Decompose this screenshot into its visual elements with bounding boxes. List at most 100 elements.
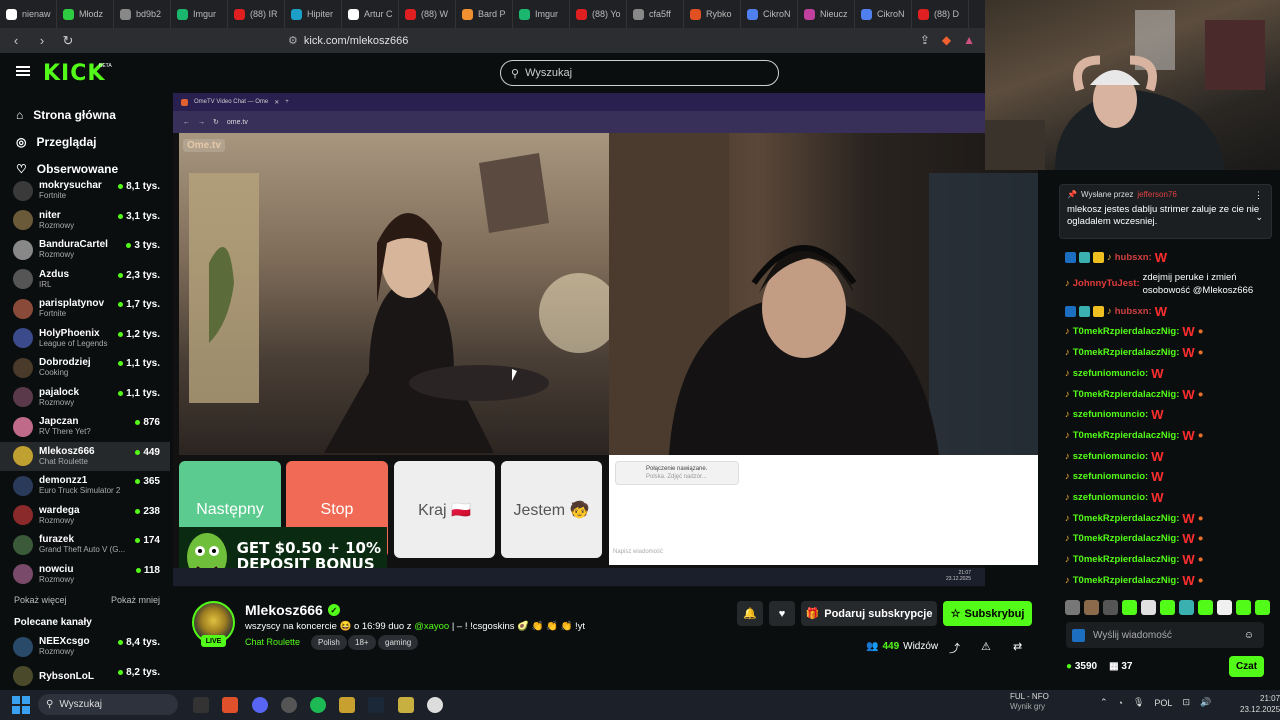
app-icon[interactable]: [281, 697, 297, 713]
sidebar-channel[interactable]: demonzz1 Euro Truck Simulator 2 365: [0, 471, 170, 501]
emote-icon[interactable]: [1122, 600, 1137, 615]
reload-icon[interactable]: ↻: [58, 33, 78, 49]
emote-icon[interactable]: [1084, 600, 1099, 615]
chat-username[interactable]: T0mekRzpierdalaczNig:: [1073, 430, 1180, 441]
more-icon[interactable]: ⋮: [1254, 190, 1263, 201]
nav-home[interactable]: ⌂ Strona główna: [0, 101, 170, 128]
emote-icon[interactable]: [1141, 600, 1156, 615]
browser-tab[interactable]: nienaw: [0, 0, 57, 28]
sidebar-channel[interactable]: Dobrodziej Cooking 1,1 tys.: [0, 353, 170, 383]
browser-tab[interactable]: (88) Yo: [570, 0, 627, 28]
sidebar-channel[interactable]: niter Rozmowy 3,1 tys.: [0, 206, 170, 236]
show-more-button[interactable]: Pokaż więcej: [14, 595, 67, 605]
mic-icon[interactable]: 🎙: [1133, 697, 1144, 708]
tag-polish[interactable]: Polish: [311, 635, 347, 650]
chat-username[interactable]: T0mekRzpierdalaczNig:: [1073, 533, 1180, 544]
sidebar-channel[interactable]: parisplatynov Fortnite 1,7 tys.: [0, 294, 170, 324]
points-counter[interactable]: ● 3590: [1066, 661, 1097, 672]
browser-tab[interactable]: CikroN: [741, 0, 798, 28]
browser-tab[interactable]: (88) D: [912, 0, 969, 28]
sidebar-channel[interactable]: pajalock Rozmowy 1,1 tys.: [0, 383, 170, 413]
browser-tab[interactable]: (88) IR: [228, 0, 285, 28]
emote-icon[interactable]: [1160, 600, 1175, 615]
chat-username[interactable]: T0mekRzpierdalaczNig:: [1073, 389, 1180, 400]
browser-tab[interactable]: Rybko: [684, 0, 741, 28]
pinned-message[interactable]: 📌 Wysłane przez jefferson76 mlekosz jest…: [1059, 184, 1272, 239]
browser-tab[interactable]: Bard P: [456, 0, 513, 28]
emote-icon[interactable]: [1217, 600, 1232, 615]
sidebar-channel[interactable]: HolyPhoenix League of Legends 1,2 tys.: [0, 324, 170, 354]
gender-button[interactable]: Jestem 🧒: [501, 461, 602, 558]
steam-icon[interactable]: [368, 697, 384, 713]
files-icon[interactable]: [398, 697, 414, 713]
emote-icon[interactable]: [1236, 600, 1251, 615]
chat-username[interactable]: JohnnyTuJest:: [1073, 278, 1140, 289]
share-icon[interactable]: ⤴: [949, 640, 960, 656]
emote-icon[interactable]: [1103, 600, 1118, 615]
chat-username[interactable]: T0mekRzpierdalaczNig:: [1073, 326, 1180, 337]
more-options-icon[interactable]: ⇄: [1013, 640, 1022, 653]
browser-tab[interactable]: cfa5ff: [627, 0, 684, 28]
chevron-down-icon[interactable]: ⌄: [1255, 212, 1263, 223]
chat-username[interactable]: T0mekRzpierdalaczNig:: [1073, 554, 1180, 565]
stream-title-mention[interactable]: @xayoo: [414, 621, 449, 632]
emote-icon[interactable]: [1198, 600, 1213, 615]
chat-username[interactable]: hubsxn:: [1115, 306, 1152, 317]
kick-logo[interactable]: KICK: [43, 61, 105, 86]
chat-username[interactable]: T0mekRzpierdalaczNig:: [1073, 575, 1180, 586]
sidebar-channel[interactable]: Azdus IRL 2,3 tys.: [0, 265, 170, 295]
chat-input[interactable]: Wyślij wiadomość ☺: [1066, 622, 1264, 648]
brave-shield-icon[interactable]: ◆: [942, 33, 951, 47]
brave-icon[interactable]: [222, 697, 238, 713]
browser-tab[interactable]: Hipiter: [285, 0, 342, 28]
search-input[interactable]: ⚲ Wyszukaj: [500, 60, 779, 86]
back-icon[interactable]: ‹: [6, 33, 26, 48]
follow-heart-button[interactable]: ♥: [769, 601, 795, 626]
rewards-icon[interactable]: ▲: [963, 33, 975, 47]
browser-tab[interactable]: Nieucz: [798, 0, 855, 28]
streamer-name[interactable]: Mlekosz666 ✓: [245, 602, 340, 618]
sidebar-channel[interactable]: furazek Grand Theft Auto V (G... 174: [0, 530, 170, 560]
subscribe-button[interactable]: ☆ Subskrybuj: [943, 601, 1032, 626]
site-info-icon[interactable]: ⚙: [288, 34, 298, 47]
gift-counter[interactable]: ▦ 37: [1109, 661, 1132, 672]
chat-username[interactable]: T0mekRzpierdalaczNig:: [1073, 347, 1180, 358]
volume-icon[interactable]: 🔊: [1200, 697, 1211, 708]
chat-username[interactable]: szefuniomuncio:: [1073, 471, 1148, 482]
ghost-app-icon[interactable]: [427, 697, 443, 713]
sidebar-channel[interactable]: nowciu Rozmowy 118: [0, 560, 170, 590]
browser-tab[interactable]: Artur C: [342, 0, 399, 28]
country-button[interactable]: Kraj 🇵🇱: [394, 461, 495, 558]
taskbar-search[interactable]: ⚲ Wyszukaj: [38, 694, 178, 715]
browser-tab[interactable]: CikroN: [855, 0, 912, 28]
emote-icon[interactable]: [1255, 600, 1270, 615]
obs-icon[interactable]: [193, 697, 209, 713]
wifi-icon[interactable]: ⊡: [1182, 697, 1190, 708]
tag-gaming[interactable]: gaming: [378, 635, 419, 650]
sidebar-channel[interactable]: RybsonLoL 8,2 tys.: [0, 662, 170, 691]
tag-18plus[interactable]: 18+: [348, 635, 376, 650]
network-icon[interactable]: ◔: [1118, 698, 1123, 708]
chat-username[interactable]: szefuniomuncio:: [1073, 409, 1148, 420]
browser-tab[interactable]: (88) W: [399, 0, 456, 28]
sidebar-channel[interactable]: Japczan RV There Yet? 876: [0, 412, 170, 442]
notification-bell-button[interactable]: 🔔: [737, 601, 763, 626]
nav-browse[interactable]: ◎ Przeglądaj: [0, 128, 170, 155]
windows-start-icon[interactable]: [12, 696, 30, 714]
share-icon[interactable]: ⇪: [920, 33, 930, 47]
discord-icon[interactable]: [252, 697, 268, 713]
report-icon[interactable]: ⚠: [981, 640, 991, 653]
sidebar-channel[interactable]: mokrysuchar Fortnite 8,1 tys.: [0, 176, 170, 206]
chat-username[interactable]: T0mekRzpierdalaczNig:: [1073, 513, 1180, 524]
browser-tab[interactable]: Imgur: [513, 0, 570, 28]
sidebar-channel[interactable]: BanduraCartel Rozmowy 3 tys.: [0, 235, 170, 265]
url-field[interactable]: ⚙ kick.com/mlekosz666: [288, 34, 408, 48]
browser-tab[interactable]: bd9b2: [114, 0, 171, 28]
show-less-button[interactable]: Pokaż mniej: [111, 595, 160, 605]
forward-icon[interactable]: ›: [32, 33, 52, 48]
menu-icon[interactable]: [16, 66, 30, 76]
game-icon[interactable]: [339, 697, 355, 713]
media-widget[interactable]: FUL - NFO Wynik gry: [1010, 692, 1049, 712]
emote-icon[interactable]: [1179, 600, 1194, 615]
sidebar-channel[interactable]: Mlekosz666 Chat Roulette 449: [0, 441, 170, 471]
